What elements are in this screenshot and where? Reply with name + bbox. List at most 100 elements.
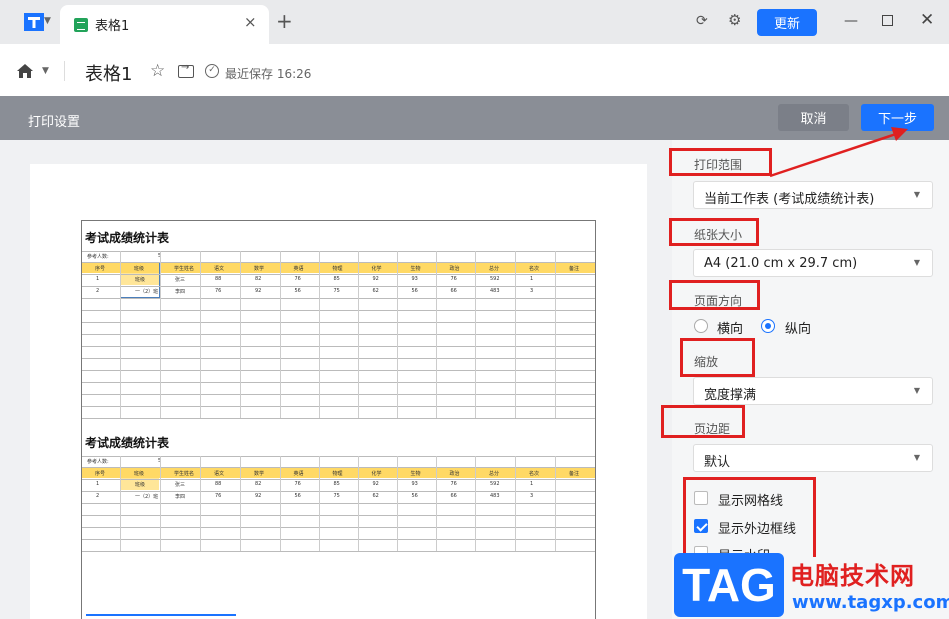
column-divider — [515, 456, 516, 551]
margin-select[interactable]: 默认 ▼ — [693, 444, 933, 472]
scale-label: 缩放 — [694, 355, 719, 369]
column-header: 物理 — [332, 266, 343, 272]
table-cell: 92 — [372, 481, 379, 487]
app-logo-icon[interactable] — [22, 11, 46, 33]
check-circle-icon: ✓ — [205, 64, 219, 78]
move-to-folder-icon[interactable] — [178, 62, 194, 78]
chevron-down-icon[interactable]: ▼ — [42, 66, 49, 76]
column-divider — [436, 251, 437, 418]
column-header: 政治 — [449, 471, 460, 477]
paper-size-select[interactable]: A4 (21.0 cm x 29.7 cm) ▼ — [693, 249, 933, 277]
show-gridlines-checkbox[interactable] — [694, 491, 708, 505]
row-divider — [82, 527, 595, 528]
column-header: 备注 — [569, 471, 580, 477]
table-cell: 93 — [411, 481, 418, 487]
minimize-icon[interactable]: — — [844, 13, 858, 29]
update-button[interactable]: 更新 — [757, 9, 817, 36]
table-cell: 56 — [294, 493, 301, 499]
scale-value: 宽度撑满 — [704, 388, 757, 403]
table-cell: 李四 — [175, 289, 186, 295]
table-cell: 2 — [96, 493, 100, 499]
document-title[interactable]: 表格1 — [85, 60, 132, 86]
row-divider — [82, 274, 595, 275]
column-divider — [475, 251, 476, 418]
table-cell: 92 — [372, 276, 379, 282]
column-divider — [160, 251, 161, 418]
column-divider — [475, 456, 476, 551]
column-divider — [319, 456, 320, 551]
maximize-icon[interactable] — [882, 15, 893, 26]
column-header: 序号 — [95, 266, 106, 272]
sync-icon[interactable]: ⟳ — [696, 13, 708, 29]
row-divider — [82, 358, 595, 359]
show-outer-border-checkbox[interactable] — [694, 519, 708, 533]
row-divider — [82, 467, 595, 468]
print-preview-area[interactable]: 考试成绩统计表参考人数:5序号班级学生姓名语文数学英语物理化学生物政治总分名次备… — [0, 140, 672, 619]
landscape-radio[interactable] — [694, 319, 708, 333]
row-divider — [82, 539, 595, 540]
spreadsheet-icon — [74, 18, 88, 32]
column-divider — [555, 251, 556, 418]
show-gridlines-label[interactable]: 显示网格线 — [718, 490, 783, 509]
gear-icon[interactable]: ⚙ — [728, 11, 741, 29]
row-divider — [82, 346, 595, 347]
row-divider — [82, 503, 595, 504]
tab-close-icon[interactable]: × — [244, 13, 257, 31]
column-divider — [160, 456, 161, 551]
cancel-button[interactable]: 取消 — [778, 104, 849, 131]
table-cell: 76 — [294, 481, 301, 487]
row-divider — [82, 394, 595, 395]
spreadsheet-preview: 考试成绩统计表参考人数:5序号班级学生姓名语文数学英语物理化学生物政治总分名次备… — [81, 220, 596, 619]
close-window-icon[interactable]: ✕ — [920, 10, 934, 30]
row-divider — [82, 456, 595, 457]
column-header: 学生姓名 — [174, 471, 195, 477]
sheet-title: 考试成绩统计表 — [85, 231, 170, 245]
table-cell: 62 — [372, 493, 379, 499]
scale-select[interactable]: 宽度撑满 ▼ — [693, 377, 933, 405]
column-header: 政治 — [449, 266, 460, 272]
chevron-down-icon: ▼ — [913, 453, 920, 462]
table-cell: 1 — [96, 481, 100, 487]
add-tab-icon[interactable]: + — [276, 9, 293, 33]
save-status: 最近保存 16:26 — [225, 67, 312, 81]
table-cell: 56 — [294, 288, 301, 294]
table-cell: 88 — [215, 276, 222, 282]
column-header: 名次 — [529, 266, 540, 272]
column-divider — [200, 456, 201, 551]
row-divider — [82, 370, 595, 371]
table-cell: 76 — [294, 276, 301, 282]
column-divider — [515, 251, 516, 418]
next-step-button[interactable]: 下一步 — [861, 104, 934, 131]
table-cell: 76 — [450, 276, 457, 282]
column-header: 物理 — [332, 471, 343, 477]
table-cell: 75 — [333, 493, 340, 499]
watermark-site-name: 电脑技术网 — [790, 562, 915, 590]
table-cell: 88 — [215, 481, 222, 487]
tab-sheet[interactable]: 表格1 × — [60, 5, 269, 44]
table-cell: 56 — [411, 288, 418, 294]
column-header: 英语 — [293, 266, 304, 272]
row-divider — [82, 310, 595, 311]
portrait-label[interactable]: 纵向 — [785, 318, 811, 337]
portrait-radio[interactable] — [761, 319, 775, 333]
table-cell: 张三 — [175, 277, 186, 283]
selected-cell-border — [120, 262, 160, 298]
table-cell: 92 — [255, 493, 262, 499]
table-cell: 2 — [96, 288, 100, 294]
column-header: 数学 — [254, 266, 265, 272]
landscape-label[interactable]: 横向 — [717, 318, 743, 337]
column-divider — [200, 251, 201, 418]
column-header: 班级 — [134, 471, 145, 477]
star-icon[interactable]: ☆ — [150, 61, 165, 81]
watermark-url: www.tagxp.com — [792, 592, 949, 613]
show-outer-border-label[interactable]: 显示外边框线 — [718, 518, 796, 537]
scroll-indicator[interactable] — [86, 614, 236, 616]
print-settings-header: 打印设置 取消 下一步 — [0, 96, 949, 140]
print-settings-title: 打印设置 — [28, 115, 81, 130]
chevron-down-icon[interactable]: ▼ — [44, 16, 51, 26]
home-icon[interactable] — [16, 63, 34, 79]
print-range-select[interactable]: 当前工作表 (考试成绩统计表) ▼ — [693, 181, 933, 209]
table-cell: 76 — [215, 288, 222, 294]
column-header: 数学 — [254, 471, 265, 477]
table-cell: 张三 — [175, 482, 186, 488]
